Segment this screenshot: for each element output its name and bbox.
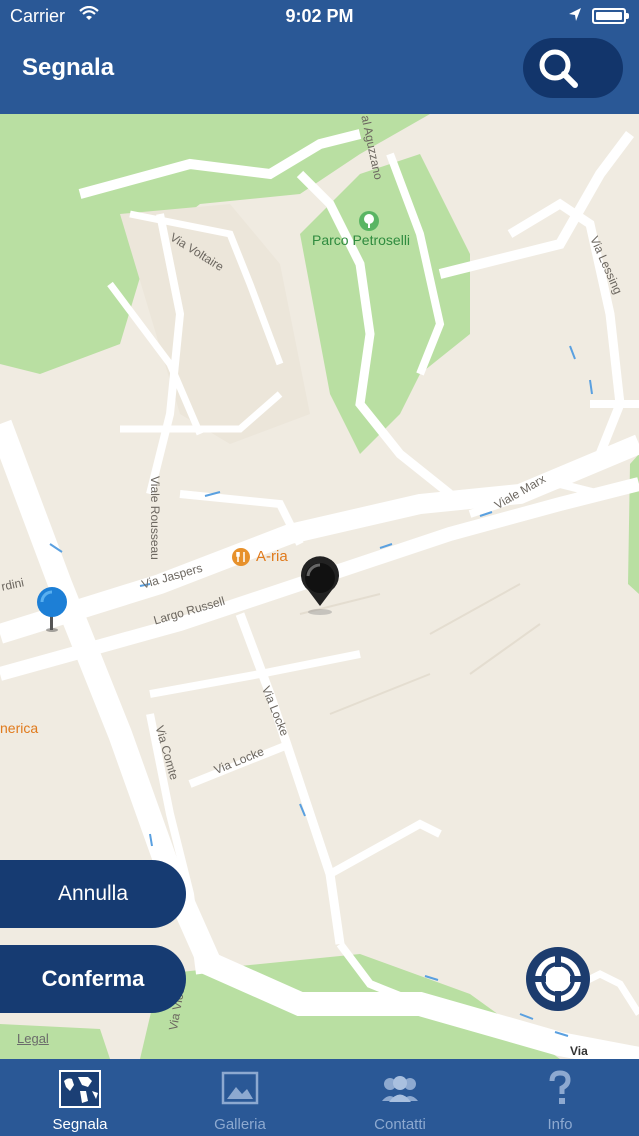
tab-label: Contatti bbox=[374, 1116, 426, 1133]
tab-info[interactable]: Info bbox=[480, 1059, 639, 1136]
location-arrow-icon bbox=[569, 8, 581, 21]
page-title: Segnala bbox=[22, 54, 115, 81]
confirm-button[interactable]: Conferma bbox=[0, 945, 186, 1013]
clock: 9:02 PM bbox=[285, 6, 354, 26]
contacts-icon bbox=[382, 1076, 418, 1102]
battery-icon bbox=[592, 8, 629, 24]
tab-label: Galleria bbox=[214, 1116, 266, 1133]
park-icon bbox=[359, 211, 379, 231]
status-bar: Carrier 9:02 PM bbox=[0, 0, 639, 34]
tab-label: Info bbox=[547, 1116, 573, 1133]
tab-bar: Segnala Galleria Contatti Info bbox=[0, 1059, 639, 1136]
tab-contatti[interactable]: Contatti bbox=[320, 1059, 480, 1136]
legal-link[interactable]: Legal bbox=[17, 1031, 49, 1046]
map-street-label: Viale Rousseau bbox=[148, 476, 162, 560]
marker-pin-blue[interactable] bbox=[34, 584, 70, 634]
search-button[interactable] bbox=[523, 38, 623, 98]
tab-segnala[interactable]: Segnala bbox=[0, 1059, 160, 1136]
nav-bar: Segnala bbox=[0, 34, 639, 114]
crosshair-icon[interactable] bbox=[524, 945, 592, 1013]
tab-label: Segnala bbox=[52, 1116, 108, 1133]
marker-pin-black[interactable] bbox=[294, 554, 346, 616]
park-label: Parco Petroselli bbox=[312, 232, 411, 248]
search-icon bbox=[539, 49, 578, 88]
tab-galleria[interactable]: Galleria bbox=[160, 1059, 320, 1136]
gallery-icon bbox=[221, 1071, 259, 1105]
map-street-label: Via bbox=[570, 1044, 588, 1058]
restaurant-label: A-ria bbox=[256, 548, 288, 565]
question-icon bbox=[549, 1070, 571, 1104]
restaurant-icon bbox=[232, 548, 250, 566]
cancel-button[interactable]: Annulla bbox=[0, 860, 186, 928]
map-poi-label: nerica bbox=[0, 720, 39, 736]
world-map-icon bbox=[59, 1070, 101, 1108]
